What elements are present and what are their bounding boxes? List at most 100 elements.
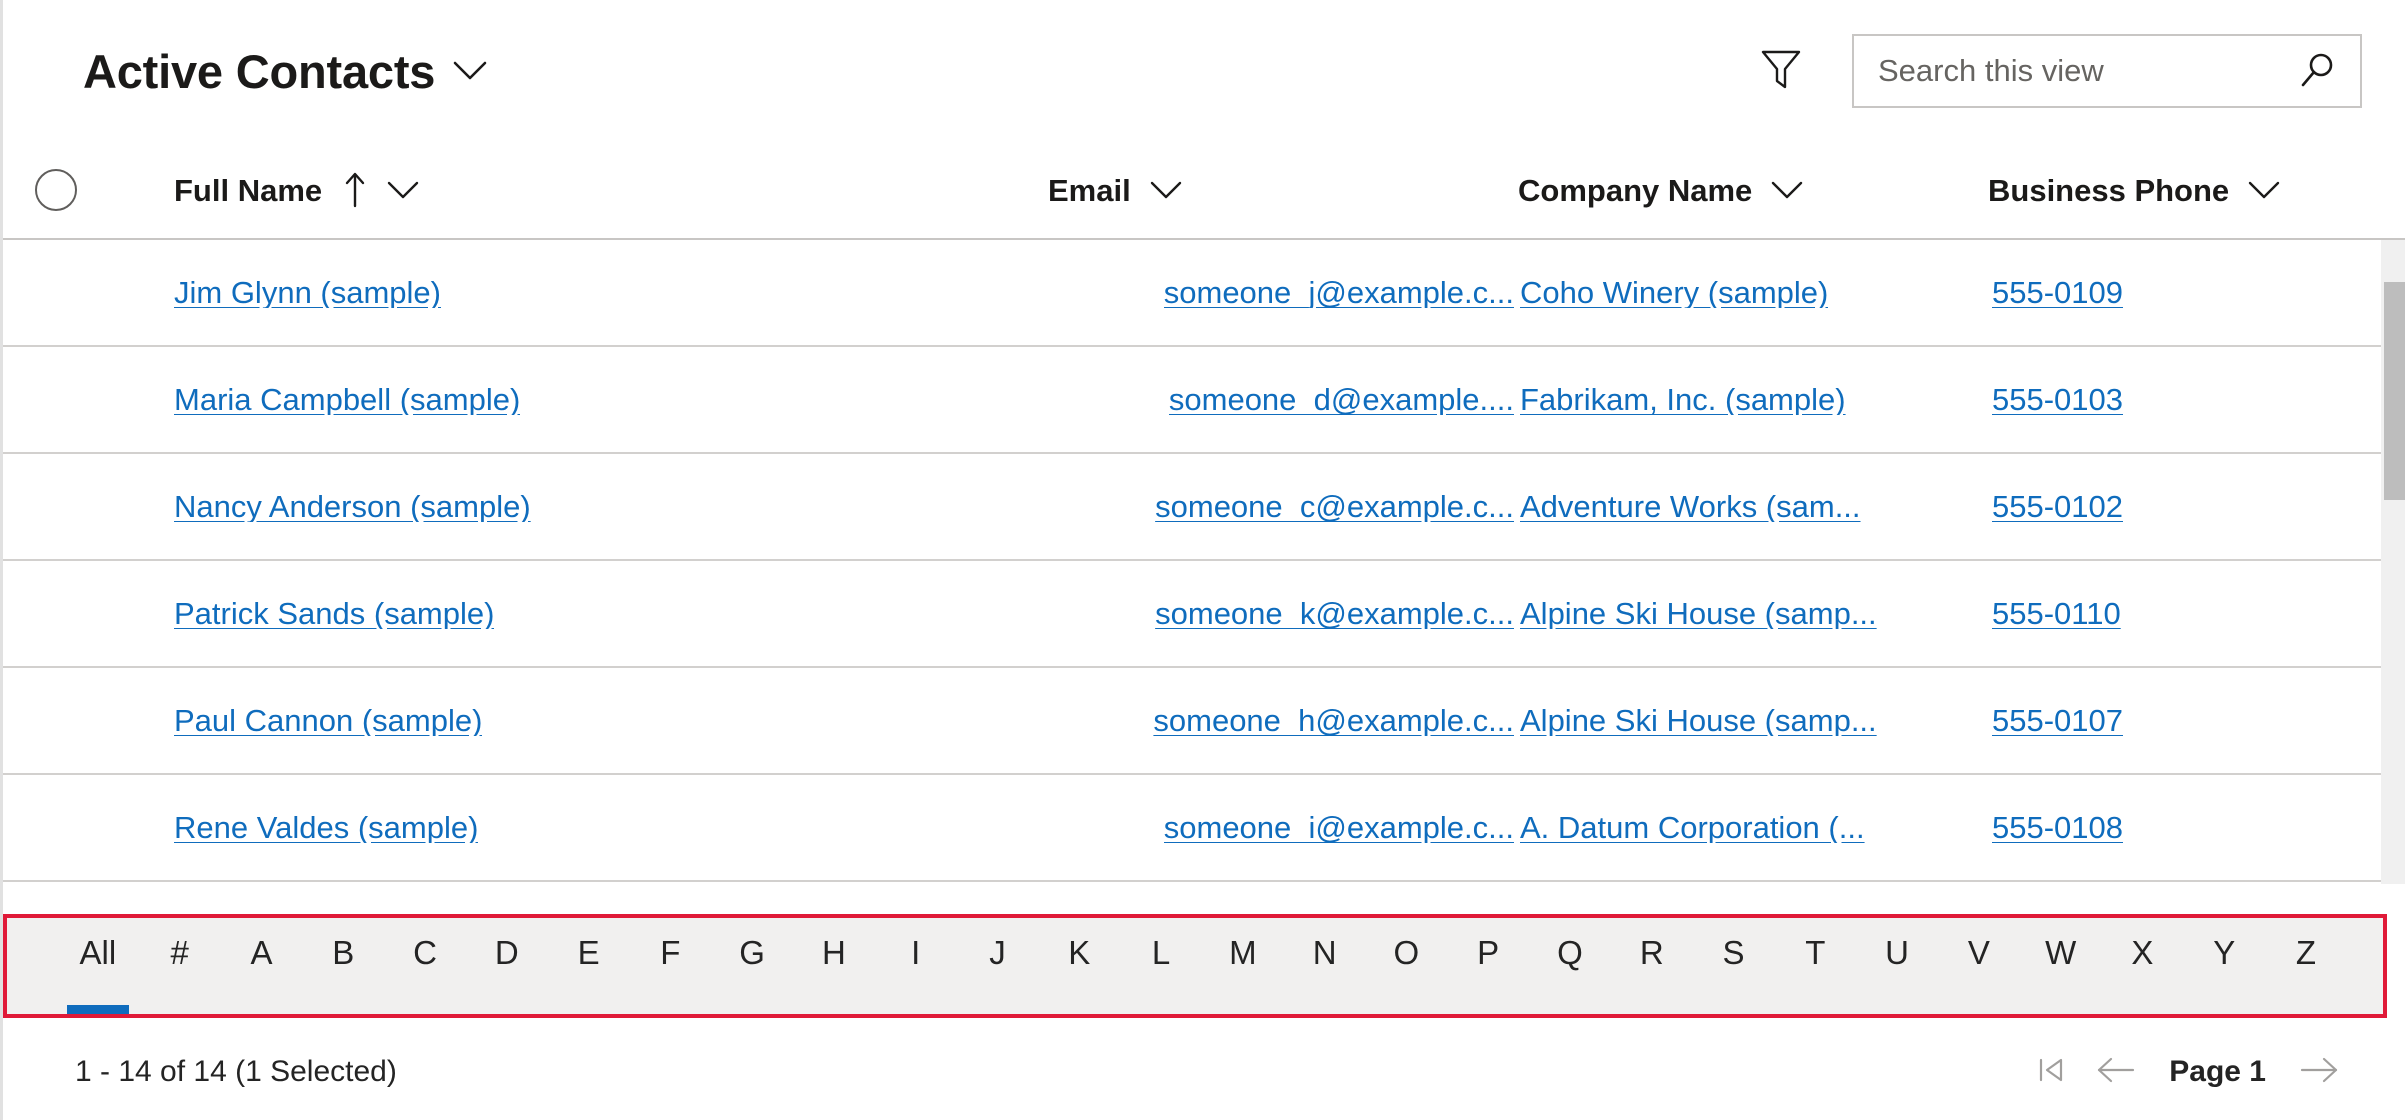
alpha-filter-v[interactable]: V	[1938, 918, 2020, 1014]
filter-button[interactable]	[1752, 42, 1810, 100]
column-header-label: Company Name	[1518, 172, 1753, 208]
previous-page-button[interactable]	[2083, 1040, 2147, 1104]
table-row[interactable]: Paul Cannon (sample) someone_h@example.c.…	[3, 668, 2405, 775]
alpha-filter-label: O	[1393, 934, 1420, 971]
email-link[interactable]: someone_d@example....	[1169, 384, 1514, 415]
alpha-filter-s[interactable]: S	[1693, 918, 1775, 1014]
grid-footer: 1 - 14 of 14 (1 Selected) Page 1	[3, 1024, 2405, 1120]
alpha-filter-f[interactable]: F	[629, 918, 711, 1014]
view-selector[interactable]: Active Contacts	[83, 48, 487, 95]
alpha-filter-selected-indicator	[66, 1005, 129, 1014]
column-header-business-phone[interactable]: Business Phone	[1988, 175, 2336, 206]
chevron-down-icon[interactable]	[453, 60, 487, 87]
column-header-email[interactable]: Email	[1048, 175, 1518, 206]
alpha-filter-hash[interactable]: #	[139, 918, 221, 1014]
alpha-filter-label: A	[250, 934, 273, 971]
chevron-down-icon[interactable]	[1149, 179, 1183, 201]
alpha-filter-m[interactable]: M	[1202, 918, 1284, 1014]
first-page-button[interactable]	[2019, 1040, 2083, 1104]
alpha-filter-h[interactable]: H	[793, 918, 875, 1014]
alpha-filter-label: W	[2045, 934, 2077, 971]
alpha-filter-b[interactable]: B	[302, 918, 384, 1014]
alpha-filter-o[interactable]: O	[1366, 918, 1448, 1014]
company-name-link[interactable]: A. Datum Corporation (...	[1520, 812, 1865, 843]
business-phone-link[interactable]: 555-0102	[1992, 491, 2123, 522]
email-link[interactable]: someone_h@example.c...	[1153, 705, 1514, 736]
alpha-filter-label: S	[1722, 934, 1745, 971]
business-phone-link[interactable]: 555-0103	[1992, 384, 2123, 415]
email-link[interactable]: someone_j@example.c...	[1164, 277, 1514, 308]
full-name-link[interactable]: Paul Cannon (sample)	[174, 705, 482, 736]
alpha-filter-label: D	[494, 934, 519, 971]
alpha-filter-g[interactable]: G	[711, 918, 793, 1014]
alpha-filter-label: X	[2131, 934, 2154, 971]
alpha-filter-label: K	[1068, 934, 1091, 971]
table-row[interactable]: Jim Glynn (sample) someone_j@example.c...…	[3, 240, 2405, 347]
select-all-circle-icon[interactable]	[34, 169, 77, 211]
alpha-filter-x[interactable]: X	[2102, 918, 2184, 1014]
vertical-scrollbar-thumb[interactable]	[2384, 282, 2405, 500]
alpha-filter-label: C	[413, 934, 437, 971]
alpha-filter-label: J	[989, 934, 1006, 971]
alpha-filter-j[interactable]: J	[957, 918, 1039, 1014]
arrow-left-icon	[2091, 1052, 2139, 1093]
alpha-filter-c[interactable]: C	[384, 918, 466, 1014]
alpha-filter-label: R	[1639, 934, 1664, 971]
vertical-scrollbar[interactable]	[2381, 240, 2405, 884]
search-icon[interactable]	[2296, 50, 2338, 92]
business-phone-link[interactable]: 555-0107	[1992, 705, 2123, 736]
column-header-company-name[interactable]: Company Name	[1518, 175, 1988, 206]
business-phone-link[interactable]: 555-0110	[1992, 598, 2121, 629]
table-row[interactable]: Patrick Sands (sample) someone_k@example.…	[3, 561, 2405, 668]
search-input[interactable]	[1878, 53, 2296, 89]
cell-company-name: A. Datum Corporation (...	[1518, 812, 1988, 843]
company-name-link[interactable]: Alpine Ski House (samp...	[1520, 705, 1877, 736]
record-count-label: 1 - 14 of 14 (1 Selected)	[75, 1055, 397, 1088]
chevron-down-icon[interactable]	[2247, 179, 2281, 201]
alpha-filter-label: P	[1477, 934, 1500, 971]
full-name-link[interactable]: Maria Campbell (sample)	[174, 384, 520, 415]
alpha-filter-label: I	[911, 934, 921, 971]
company-name-link[interactable]: Fabrikam, Inc. (sample)	[1520, 384, 1846, 415]
column-header-full-name[interactable]: Full Name	[108, 170, 1048, 210]
chevron-down-icon[interactable]	[1770, 179, 1804, 201]
alpha-filter-all[interactable]: All	[57, 918, 139, 1014]
alpha-filter-q[interactable]: Q	[1529, 918, 1611, 1014]
full-name-link[interactable]: Patrick Sands (sample)	[174, 598, 494, 629]
alpha-filter-w[interactable]: W	[2020, 918, 2102, 1014]
alpha-filter-e[interactable]: E	[548, 918, 630, 1014]
alpha-filter-p[interactable]: P	[1447, 918, 1529, 1014]
next-page-button[interactable]	[2288, 1040, 2352, 1104]
alpha-filter-k[interactable]: K	[1038, 918, 1120, 1014]
email-link[interactable]: someone_c@example.c...	[1155, 491, 1514, 522]
full-name-link[interactable]: Jim Glynn (sample)	[174, 277, 441, 308]
company-name-link[interactable]: Adventure Works (sam...	[1520, 491, 1861, 522]
alpha-filter-a[interactable]: A	[221, 918, 303, 1014]
alpha-filter-l[interactable]: L	[1120, 918, 1202, 1014]
alpha-filter-u[interactable]: U	[1856, 918, 1938, 1014]
email-link[interactable]: someone_i@example.c...	[1164, 812, 1514, 843]
email-link[interactable]: someone_k@example.c...	[1155, 598, 1514, 629]
alpha-filter-r[interactable]: R	[1611, 918, 1693, 1014]
business-phone-link[interactable]: 555-0108	[1992, 812, 2123, 843]
alpha-filter-t[interactable]: T	[1774, 918, 1856, 1014]
alpha-filter-label: All	[79, 934, 117, 971]
alpha-filter-d[interactable]: D	[466, 918, 548, 1014]
alpha-filter-z[interactable]: Z	[2265, 918, 2347, 1014]
search-box[interactable]	[1852, 34, 2362, 108]
arrow-right-icon	[2296, 1052, 2344, 1093]
pagination-controls: Page 1	[2019, 1040, 2352, 1104]
alpha-filter-label: G	[739, 934, 765, 971]
company-name-link[interactable]: Coho Winery (sample)	[1520, 277, 1828, 308]
table-row[interactable]: Nancy Anderson (sample) someone_c@example…	[3, 454, 2405, 561]
alpha-filter-n[interactable]: N	[1284, 918, 1366, 1014]
company-name-link[interactable]: Alpine Ski House (samp...	[1520, 598, 1877, 629]
alpha-filter-i[interactable]: I	[875, 918, 957, 1014]
table-row[interactable]: Rene Valdes (sample) someone_i@example.c.…	[3, 775, 2405, 882]
business-phone-link[interactable]: 555-0109	[1992, 277, 2123, 308]
full-name-link[interactable]: Nancy Anderson (sample)	[174, 491, 531, 522]
alpha-filter-y[interactable]: Y	[2183, 918, 2265, 1014]
chevron-down-icon[interactable]	[386, 179, 420, 201]
table-row[interactable]: Maria Campbell (sample) someone_d@example…	[3, 347, 2405, 454]
full-name-link[interactable]: Rene Valdes (sample)	[174, 812, 478, 843]
